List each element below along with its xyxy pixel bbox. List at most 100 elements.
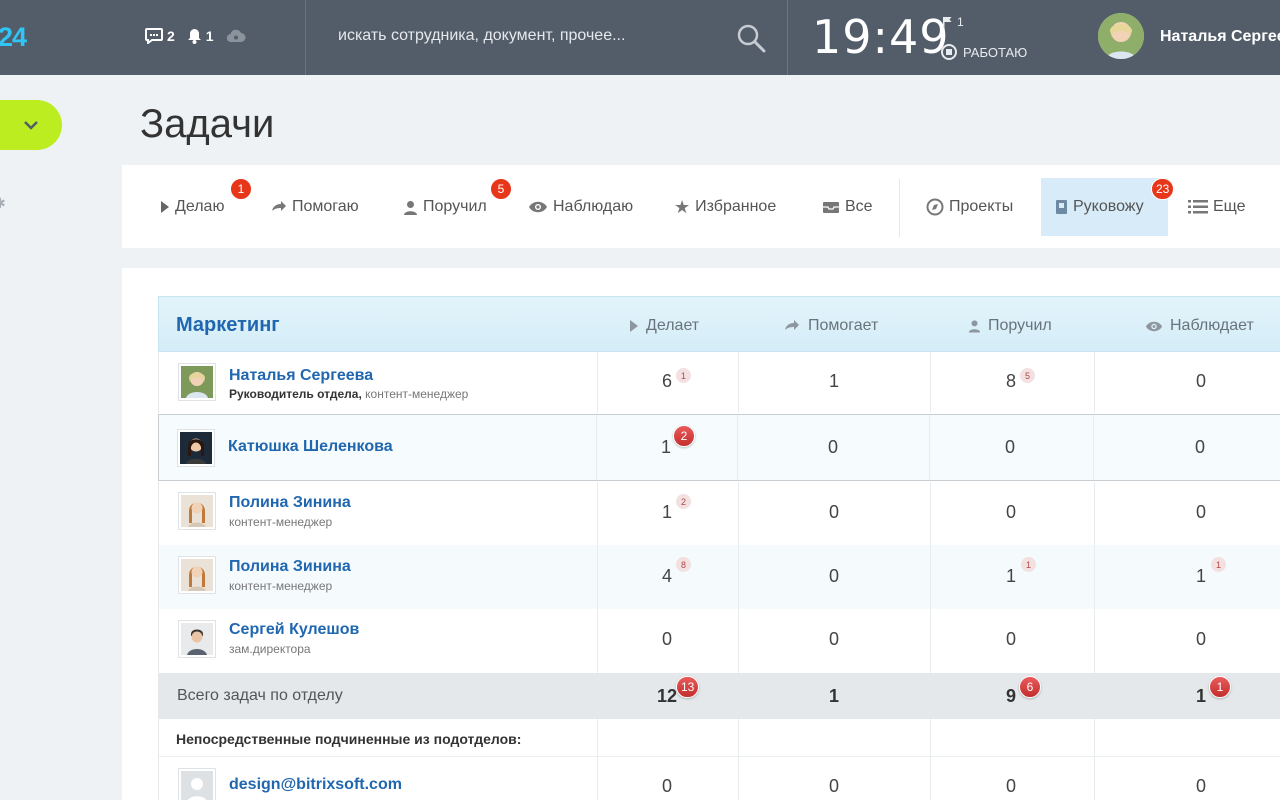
gear-icon[interactable]: ✱ <box>0 195 6 212</box>
column-assigned: Поручил <box>968 317 1052 335</box>
avatar[interactable] <box>178 620 216 658</box>
tab-assigned[interactable]: Поручил <box>393 178 497 236</box>
compass-icon <box>926 198 944 216</box>
tab-more[interactable]: Еще <box>1178 178 1256 236</box>
employee-name[interactable]: design@bitrixsoft.com <box>229 776 402 794</box>
play-icon <box>630 320 638 332</box>
person-icon <box>968 320 981 333</box>
tab-projects[interactable]: Проекты <box>916 178 1023 236</box>
counter-badge: 1 <box>676 368 691 383</box>
counter-badge: 1 <box>1211 557 1226 572</box>
messages-counter[interactable]: 2 <box>145 28 175 44</box>
count-helping[interactable]: 1 <box>804 371 864 392</box>
employee-position: контент-менеджер <box>229 579 333 593</box>
count-assigned[interactable]: 0 <box>980 437 1040 458</box>
tab-label: Помогаю <box>292 198 359 215</box>
logo[interactable]: 24 <box>0 22 27 53</box>
cloud-status[interactable] <box>226 29 246 43</box>
avatar[interactable] <box>177 429 215 467</box>
employee-name[interactable]: Сергей Кулешов <box>229 621 359 639</box>
column-doing: Делает <box>629 317 699 335</box>
person-icon <box>404 200 417 215</box>
department-title[interactable]: Маркетинг <box>176 314 280 337</box>
clock[interactable]: 19:49 <box>812 10 950 64</box>
count-helping[interactable]: 0 <box>804 502 864 523</box>
avatar[interactable] <box>178 363 216 401</box>
table-row[interactable]: Сергей Кулешов зам.директора 0 0 0 0 <box>158 609 1280 673</box>
counter-bubble: 2 <box>673 425 695 447</box>
counter-badge: 2 <box>676 494 691 509</box>
total-helping[interactable]: 1 <box>804 686 864 707</box>
flag-icon <box>943 16 952 28</box>
counter-badge: 8 <box>676 557 691 572</box>
count-assigned[interactable]: 0 <box>981 502 1041 523</box>
count-watching[interactable]: 0 <box>1170 437 1230 458</box>
count-helping[interactable]: 0 <box>804 566 864 587</box>
employee-name[interactable]: Полина Зинина <box>229 558 351 576</box>
subordinates-label: Непосредственные подчиненные из подотдел… <box>176 731 522 747</box>
employee-name[interactable]: Полина Зинина <box>229 494 351 512</box>
tab-helping[interactable]: Помогаю <box>261 178 369 236</box>
search-icon[interactable] <box>735 22 767 54</box>
notifications-counter[interactable]: 1 <box>187 28 214 44</box>
counter-bubble: 1 <box>1209 676 1231 698</box>
arrow-right-icon <box>272 201 286 211</box>
count-watching[interactable]: 0 <box>1171 776 1231 797</box>
tab-label: Все <box>845 198 873 215</box>
tab-favorites[interactable]: ★ Избранное <box>664 178 786 236</box>
tab-managing[interactable]: Руковожу <box>1041 178 1168 236</box>
messages-count: 2 <box>167 28 175 44</box>
avatar[interactable] <box>178 492 216 530</box>
table-row[interactable]: Наталья Сергеева Руководитель отдела, ко… <box>158 352 1280 413</box>
table-row[interactable]: design@bitrixsoft.com 0 0 0 0 <box>158 756 1280 800</box>
tab-label: Избранное <box>695 198 777 215</box>
count-helping[interactable]: 0 <box>804 629 864 650</box>
table-header: Маркетинг Делает Помогает Поручил Наблюд… <box>158 296 1280 352</box>
inbox-icon <box>823 201 839 213</box>
table-row[interactable]: Полина Зинина контент-менеджер 4 8 0 1 1… <box>158 545 1280 609</box>
avatar[interactable] <box>178 768 216 800</box>
work-status-label: РАБОТАЮ <box>963 44 1028 60</box>
tabs-divider <box>899 179 900 237</box>
tab-label: Проекты <box>949 198 1014 215</box>
avatar[interactable] <box>178 556 216 594</box>
count-helping[interactable]: 0 <box>804 776 864 797</box>
column-helping: Помогает <box>783 317 878 335</box>
count-watching[interactable]: 0 <box>1171 502 1231 523</box>
total-row: Всего задач по отделу 12 13 1 9 6 1 1 <box>158 673 1280 719</box>
list-icon <box>1188 200 1208 214</box>
work-status[interactable]: РАБОТАЮ <box>941 44 1027 60</box>
tab-all[interactable]: Все <box>812 178 883 236</box>
flag-count: 1 <box>957 15 964 29</box>
header-divider <box>305 0 306 75</box>
counter-bubble: 6 <box>1019 676 1041 698</box>
employee-position: контент-менеджер <box>229 515 333 529</box>
user-avatar[interactable] <box>1098 13 1144 59</box>
count-doing[interactable]: 0 <box>637 629 697 650</box>
tab-watching[interactable]: Наблюдаю <box>518 178 643 236</box>
eye-icon <box>529 201 547 213</box>
search-input[interactable]: искать сотрудника, документ, прочее... <box>338 27 668 45</box>
menu-toggle-button[interactable] <box>0 100 62 150</box>
counter-bubble: 13 <box>676 676 700 698</box>
employee-position: зам.директора <box>229 642 311 656</box>
employee-position: Руководитель отдела, контент-менеджер <box>229 387 469 401</box>
tab-doing[interactable]: Делаю <box>150 178 234 236</box>
subordinates-section: Непосредственные подчиненные из подотдел… <box>158 719 1280 756</box>
tab-badge: 1 <box>230 178 252 200</box>
flag-counter[interactable]: 1 <box>943 15 964 29</box>
employee-name[interactable]: Наталья Сергеева <box>229 367 373 385</box>
bell-icon <box>187 29 201 44</box>
tab-label: Делаю <box>175 198 225 215</box>
count-assigned[interactable]: 0 <box>981 629 1041 650</box>
user-name[interactable]: Наталья Сергеева <box>1160 28 1280 46</box>
table-row[interactable]: Катюшка Шеленкова 1 2 0 0 0 <box>158 414 1280 481</box>
count-watching[interactable]: 0 <box>1171 371 1231 392</box>
count-doing[interactable]: 0 <box>637 776 697 797</box>
count-helping[interactable]: 0 <box>803 437 863 458</box>
employee-name[interactable]: Катюшка Шеленкова <box>228 438 393 456</box>
count-watching[interactable]: 0 <box>1171 629 1231 650</box>
table-row[interactable]: Полина Зинина контент-менеджер 1 2 0 0 0 <box>158 482 1280 545</box>
tab-label: Поручил <box>423 198 487 215</box>
count-assigned[interactable]: 0 <box>981 776 1041 797</box>
